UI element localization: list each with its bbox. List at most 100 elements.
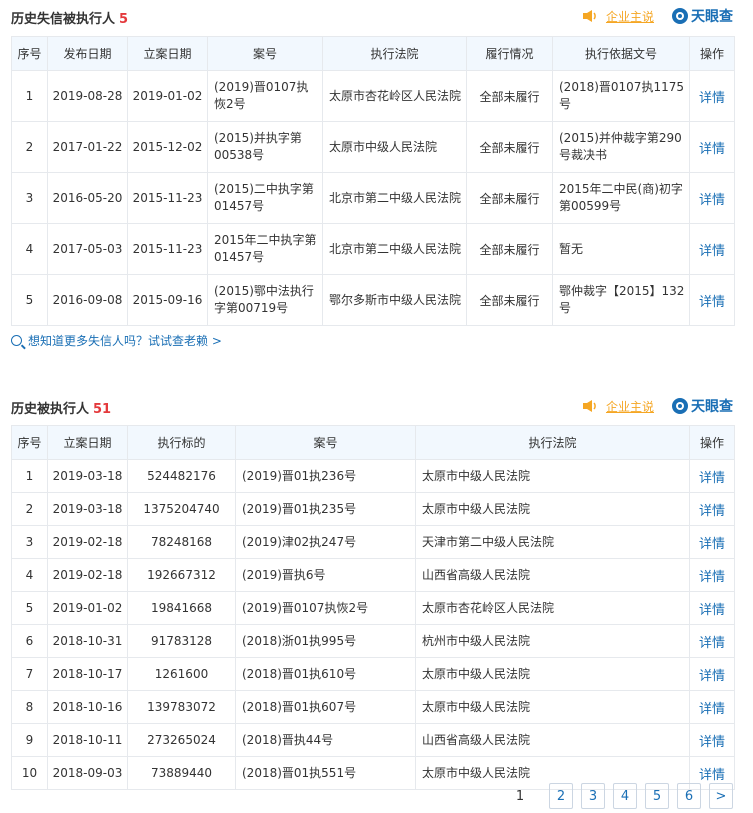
cell-status: 全部未履行	[466, 274, 553, 326]
section-executed: 历史被执行人 51 企业主说 天眼查	[0, 390, 753, 424]
record-count: 51	[93, 402, 112, 417]
column-header: 案号	[235, 425, 416, 460]
cell-court: 北京市第二中级人民法院	[322, 172, 467, 224]
table-row: 6 2018-10-31 91783128 (2018)浙01执995号 杭州市中级人民…	[11, 624, 735, 658]
cell-case: (2018)晋01执610号	[235, 657, 416, 691]
detail-link[interactable]: 详情	[689, 624, 735, 658]
detail-link[interactable]: 详情	[689, 558, 735, 592]
column-header: 执行法院	[415, 425, 690, 460]
cell-no: 3	[11, 525, 48, 559]
detail-link[interactable]: 详情	[689, 172, 735, 224]
cell-no: 10	[11, 756, 48, 790]
cell-no: 2	[11, 492, 48, 526]
section-title: 历史被执行人 51	[11, 398, 111, 417]
cell-case: (2019)津02执247号	[235, 525, 416, 559]
detail-link[interactable]: 详情	[689, 274, 735, 326]
cell-filed: 2015-11-23	[127, 223, 208, 275]
cell-no: 7	[11, 657, 48, 691]
cell-filed: 2019-02-18	[47, 558, 128, 592]
owner-say-link[interactable]: 企业主说	[606, 8, 654, 25]
table-row: 5 2019-01-02 19841668 (2019)晋0107执恢2号 太原市杏花岭…	[11, 591, 735, 625]
cell-no: 5	[11, 274, 48, 326]
cell-no: 6	[11, 624, 48, 658]
detail-link[interactable]: 详情	[689, 70, 735, 122]
detail-link[interactable]: 详情	[689, 223, 735, 275]
detail-link[interactable]: 详情	[689, 690, 735, 724]
cell-amount: 1375204740	[127, 492, 236, 526]
cell-no: 4	[11, 223, 48, 275]
cell-status: 全部未履行	[466, 223, 553, 275]
owner-say-link[interactable]: 企业主说	[606, 398, 654, 415]
column-header: 案号	[207, 36, 323, 71]
tianyancha-logo-icon	[672, 8, 688, 24]
cell-court: 太原市中级人民法院	[415, 657, 690, 691]
cell-case: (2015)二中执字第01457号	[207, 172, 323, 224]
table-row: 1 2019-03-18 524482176 (2019)晋01执236号 太原市中级人…	[11, 459, 735, 493]
cell-case: (2018)晋01执607号	[235, 690, 416, 724]
detail-link[interactable]: 详情	[689, 723, 735, 757]
cell-court: 太原市中级人民法院	[415, 459, 690, 493]
table-row: 5 2016-09-08 2015-09-16 (2015)鄂中法执行字第00719号…	[11, 274, 735, 326]
page-button[interactable]: 5	[645, 783, 669, 809]
cell-status: 全部未履行	[466, 70, 553, 122]
cell-filed: 2019-01-02	[127, 70, 208, 122]
cell-pub: 2017-01-22	[47, 121, 128, 173]
cell-filed: 2015-11-23	[127, 172, 208, 224]
cell-status: 全部未履行	[466, 121, 553, 173]
more-dishonest-link[interactable]: 想知道更多失信人吗？试试查老赖 >	[11, 332, 222, 349]
table-row: 7 2018-10-17 1261600 (2018)晋01执610号 太原市中级人民法…	[11, 657, 735, 691]
section-title: 历史失信被执行人 5	[11, 8, 128, 27]
detail-link[interactable]: 详情	[689, 459, 735, 493]
cell-basis: 暂无	[552, 223, 690, 275]
cell-basis: 2015年二中民(商)初字第00599号	[552, 172, 690, 224]
current-page: 1	[515, 788, 525, 804]
brand-logo[interactable]: 天眼查	[672, 396, 733, 416]
cell-filed: 2015-09-16	[127, 274, 208, 326]
cell-filed: 2018-10-11	[47, 723, 128, 757]
table-row: 2 2017-01-22 2015-12-02 (2015)并执字第00538号 太原市…	[11, 121, 735, 173]
search-icon	[11, 335, 22, 346]
column-header: 操作	[689, 425, 735, 460]
cell-no: 8	[11, 690, 48, 724]
cell-amount: 91783128	[127, 624, 236, 658]
column-header: 发布日期	[47, 36, 128, 71]
column-header: 执行法院	[322, 36, 467, 71]
next-page-button[interactable]: >	[709, 783, 733, 809]
cell-amount: 524482176	[127, 459, 236, 493]
cell-amount: 139783072	[127, 690, 236, 724]
brand-logo[interactable]: 天眼查	[672, 6, 733, 26]
cell-amount: 1261600	[127, 657, 236, 691]
column-header: 执行依据文号	[552, 36, 690, 71]
cell-filed: 2015-12-02	[127, 121, 208, 173]
page-button[interactable]: 2	[549, 783, 573, 809]
cell-filed: 2018-10-17	[47, 657, 128, 691]
page-button[interactable]: 6	[677, 783, 701, 809]
table-header-row: 序号 立案日期 执行标的 案号 执行法院 操作	[11, 425, 735, 460]
detail-link[interactable]: 详情	[689, 657, 735, 691]
cell-amount: 273265024	[127, 723, 236, 757]
cell-case: (2018)晋执44号	[235, 723, 416, 757]
detail-link[interactable]: 详情	[689, 121, 735, 173]
page-button[interactable]: 3	[581, 783, 605, 809]
speaker-icon	[582, 399, 600, 413]
section-header: 历史失信被执行人 5 企业主说 天眼查	[0, 0, 753, 34]
cell-amount: 19841668	[127, 591, 236, 625]
detail-link[interactable]: 详情	[689, 591, 735, 625]
cell-status: 全部未履行	[466, 172, 553, 224]
cell-court: 鄂尔多斯市中级人民法院	[322, 274, 467, 326]
section-header: 历史被执行人 51 企业主说 天眼查	[0, 390, 753, 424]
detail-link[interactable]: 详情	[689, 492, 735, 526]
cell-case: (2019)晋0107执恢2号	[235, 591, 416, 625]
cell-filed: 2019-02-18	[47, 525, 128, 559]
section-actions: 企业主说 天眼查	[582, 6, 733, 26]
cell-filed: 2018-09-03	[47, 756, 128, 790]
cell-court: 太原市中级人民法院	[415, 690, 690, 724]
cell-filed: 2018-10-31	[47, 624, 128, 658]
speaker-icon	[582, 9, 600, 23]
cell-no: 2	[11, 121, 48, 173]
detail-link[interactable]: 详情	[689, 525, 735, 559]
page-button[interactable]: 4	[613, 783, 637, 809]
cell-basis: (2015)并仲裁字第290号裁决书	[552, 121, 690, 173]
cell-court: 北京市第二中级人民法院	[322, 223, 467, 275]
section-actions: 企业主说 天眼查	[582, 396, 733, 416]
